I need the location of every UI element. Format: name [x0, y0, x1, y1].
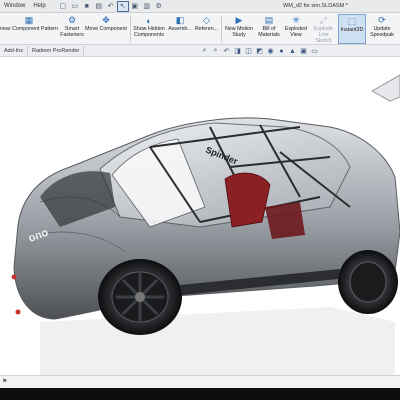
motion-study-icon: ▶ [235, 15, 243, 25]
previous-view-icon[interactable]: ↶ [222, 47, 231, 56]
update-speedpak-button[interactable]: ⟳ Update Speedpak [367, 14, 397, 44]
hide-show-icon[interactable]: ◉ [266, 47, 275, 56]
os-taskbar [0, 388, 400, 400]
view-settings-icon[interactable]: ▣ [299, 47, 308, 56]
rear-wheel [338, 250, 398, 314]
reference-icon: ◇ [203, 15, 210, 25]
front-wheel [98, 259, 182, 335]
zoom-area-icon[interactable]: ⌕ [211, 47, 220, 56]
section-view-icon[interactable]: ◨ [233, 47, 242, 56]
menu-window[interactable]: Window [0, 3, 29, 9]
graphics-viewport[interactable]: Spinder ono [0, 57, 400, 375]
exploded-view-button[interactable]: ✳ Exploded View [282, 14, 310, 44]
scene-icon[interactable]: ▲ [288, 47, 297, 56]
file-properties-icon[interactable]: ▥ [142, 2, 152, 11]
options-icon[interactable]: ⚙ [154, 2, 164, 11]
document-title: WM_d2 for sim.SLDASM * [283, 3, 348, 9]
move-component-button[interactable]: ✥ Move Component [84, 14, 128, 44]
floor-reflection [40, 307, 395, 375]
menu-help[interactable]: Help [29, 3, 49, 9]
edit-appearance-icon[interactable]: ● [277, 47, 286, 56]
rebuild-icon[interactable]: ▣ [130, 2, 140, 11]
new-motion-study-button[interactable]: ▶ New Motion Study [222, 14, 256, 44]
save-icon[interactable]: ■ [82, 2, 92, 11]
command-manager: ▦ near Component Pattern ⚙ Smart Fastene… [0, 13, 400, 45]
instant3d-icon: ⬚ [347, 16, 357, 26]
show-hidden-icon: ◐ [146, 15, 152, 26]
select-icon[interactable]: ↖ [116, 0, 129, 12]
explode-line-icon: ⤢ [319, 15, 328, 25]
status-bar: ⚑ [0, 375, 400, 388]
monitor-icon[interactable]: ▭ [310, 47, 319, 56]
status-icon: ⚑ [2, 379, 8, 385]
view-orientation-icon[interactable]: ◫ [244, 47, 253, 56]
smart-fasteners-button[interactable]: ⚙ Smart Fasteners [60, 14, 84, 44]
show-hidden-components-button[interactable]: ◐ Show Hidden Components [131, 14, 167, 44]
instant3d-button[interactable]: ⬚ Instant3D [338, 14, 366, 44]
explode-line-sketch-button[interactable]: ⤢ Explode Line Sketch [310, 14, 337, 44]
bom-icon: ▤ [264, 15, 274, 25]
print-icon[interactable]: ▤ [94, 2, 104, 11]
new-document-icon[interactable]: ▢ [58, 2, 68, 11]
tab-add-ins[interactable]: Add-Ins [0, 46, 28, 56]
reference-geometry-button[interactable]: ◇ Referen... [193, 14, 220, 44]
open-folder-icon[interactable]: ▭ [70, 2, 80, 11]
tab-radeon-prorender[interactable]: Radeon ProRender [28, 46, 85, 56]
passenger-seat [265, 202, 305, 239]
bill-of-materials-button[interactable]: ▤ Bill of Materials [256, 14, 282, 44]
undo-icon[interactable]: ↶ [106, 2, 116, 11]
assembly-icon: ◧ [175, 15, 185, 25]
heads-up-view-toolbar: ⌕ ⌕ ↶ ◨ ◫ ◩ ◉ ● ▲ ▣ ▭ [200, 46, 319, 56]
zoom-to-fit-icon[interactable]: ⌕ [200, 47, 209, 56]
move-icon: ✥ [102, 15, 110, 25]
fastener-icon: ⚙ [67, 15, 77, 25]
linear-pattern-button[interactable]: ▦ near Component Pattern [0, 14, 58, 44]
car-model: Spinder ono [11, 74, 400, 375]
quick-access-toolbar: ▢ ▭ ■ ▤ ↶ ↖ ▣ ▥ ⚙ [58, 0, 164, 12]
assembly-features-button[interactable]: ◧ Assemb... [167, 14, 193, 44]
rear-wing [371, 74, 400, 102]
tow-hook [11, 274, 17, 280]
exploded-view-icon: ✳ [292, 15, 300, 25]
title-bar: Window Help ▢ ▭ ■ ▤ ↶ ↖ ▣ ▥ ⚙ WM_d2 for … [0, 0, 400, 13]
pattern-icon: ▦ [24, 15, 34, 25]
speedpak-icon: ⟳ [378, 15, 386, 25]
display-style-icon[interactable]: ◩ [255, 47, 264, 56]
tow-hook [15, 309, 21, 315]
